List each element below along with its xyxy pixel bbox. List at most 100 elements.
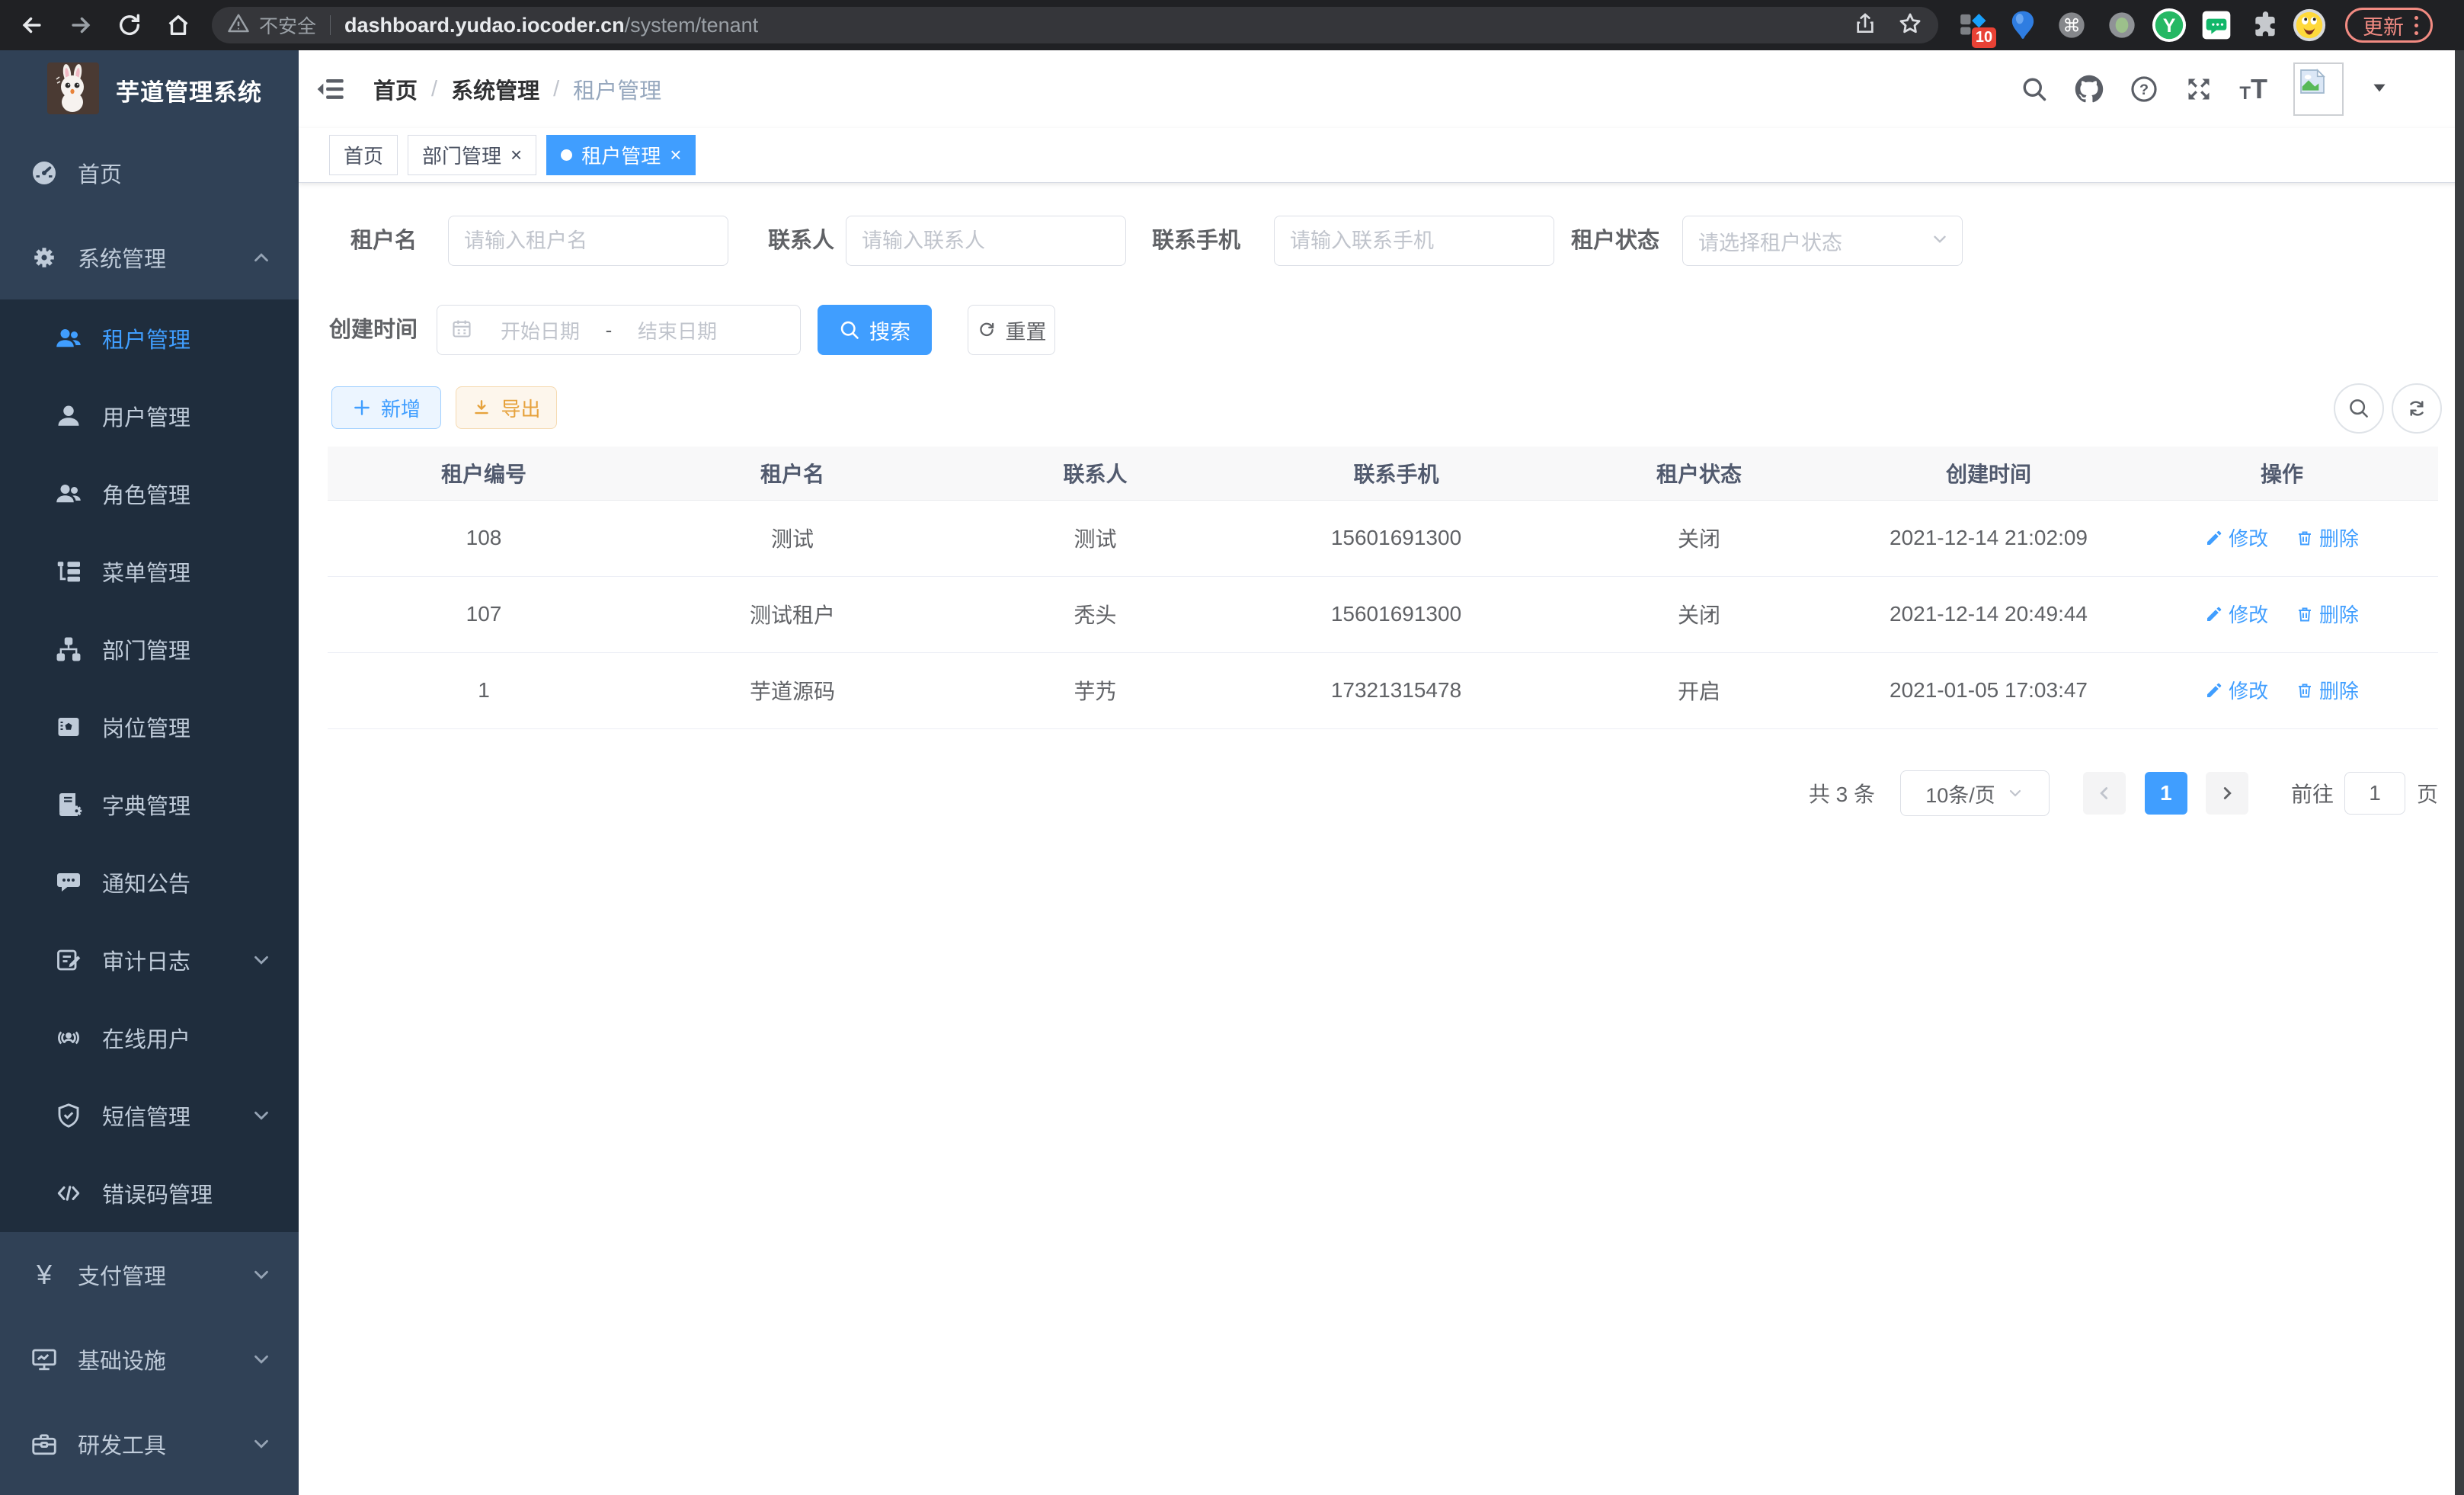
browser-reload-icon[interactable] <box>114 10 145 40</box>
browser-menu-icon[interactable] <box>2414 16 2418 35</box>
tab-close-icon[interactable]: × <box>510 145 522 165</box>
cell-actions: 修改 删除 <box>2126 500 2438 576</box>
sidebar-item-notice[interactable]: 通知公告 <box>0 844 299 921</box>
add-button[interactable]: 新增 <box>331 386 441 429</box>
cell-tenant-name: 芋道源码 <box>640 652 945 728</box>
bookmark-star-icon[interactable] <box>1897 11 1923 40</box>
sidebar-item-online-users[interactable]: 在线用户 <box>0 999 299 1077</box>
goto-page-input[interactable] <box>2344 772 2405 815</box>
chevron-down-icon <box>250 1433 273 1455</box>
extension-recorder-icon[interactable] <box>2104 8 2139 43</box>
extensions-puzzle-icon[interactable] <box>2248 8 2283 43</box>
browser-update-button[interactable]: 更新 <box>2345 8 2433 43</box>
edit-link[interactable]: 修改 <box>2205 676 2268 704</box>
github-icon[interactable] <box>2075 75 2104 104</box>
sidebar-logo[interactable]: 芋道管理系统 <box>0 50 299 130</box>
prev-page-button[interactable] <box>2083 772 2126 815</box>
edit-link[interactable]: 修改 <box>2205 523 2268 552</box>
sidebar-item-tenant[interactable]: 租户管理 <box>0 299 299 377</box>
sidebar-item-role[interactable]: 角色管理 <box>0 455 299 533</box>
browser-back-icon[interactable] <box>17 10 47 40</box>
svg-text:?: ? <box>2139 82 2149 98</box>
tab-dept[interactable]: 部门管理 × <box>408 135 536 175</box>
sidebar-item-error-code[interactable]: 错误码管理 <box>0 1154 299 1232</box>
sidebar-item-post[interactable]: 岗位管理 <box>0 688 299 766</box>
delete-link[interactable]: 删除 <box>2296 600 2359 628</box>
tenant-name-input[interactable] <box>448 216 728 266</box>
sidebar-item-sms[interactable]: 短信管理 <box>0 1077 299 1154</box>
breadcrumb-system[interactable]: 系统管理 <box>451 73 539 105</box>
col-tenant-name: 租户名 <box>640 447 945 500</box>
next-page-button[interactable] <box>2206 772 2248 815</box>
cell-tenant-id: 108 <box>328 500 640 576</box>
browser-home-icon[interactable] <box>163 10 194 40</box>
mobile-input[interactable] <box>1274 216 1554 266</box>
url-path[interactable]: /system/tenant <box>625 14 759 37</box>
filter-label-contact: 联系人 <box>768 216 834 266</box>
profile-avatar-emoji[interactable] <box>2292 8 2327 43</box>
extension-command-icon[interactable]: ⌘ <box>2054 8 2089 43</box>
breadcrumb-separator: / <box>553 77 559 102</box>
sidebar-collapse-icon[interactable] <box>315 74 346 104</box>
fullscreen-icon[interactable] <box>2184 75 2213 104</box>
current-page-button[interactable]: 1 <box>2145 772 2187 815</box>
cell-mobile: 15601691300 <box>1246 576 1547 652</box>
help-icon[interactable]: ? <box>2130 75 2158 104</box>
sidebar-item-infrastructure[interactable]: 基础设施 <box>0 1317 299 1401</box>
chevron-up-icon <box>250 246 273 269</box>
tab-tenant[interactable]: 租户管理 × <box>546 135 696 175</box>
avatar-dropdown-caret-icon[interactable] <box>2370 78 2389 101</box>
start-date-placeholder[interactable]: 开始日期 <box>483 316 597 344</box>
chevron-down-icon <box>250 949 273 972</box>
omnibox-divider <box>330 15 331 35</box>
search-button-label: 搜索 <box>869 315 910 345</box>
table-refresh-button[interactable] <box>2392 383 2442 434</box>
security-warning-icon <box>227 12 250 39</box>
user-avatar[interactable] <box>2293 62 2344 116</box>
sidebar-item-menu[interactable]: 菜单管理 <box>0 533 299 610</box>
status-select[interactable]: 请选择租户状态 <box>1682 216 1963 266</box>
search-button[interactable]: 搜索 <box>818 305 932 355</box>
tab-label: 部门管理 <box>422 141 501 169</box>
delete-link[interactable]: 删除 <box>2296 676 2359 704</box>
url-host[interactable]: dashboard.yudao.iocoder.cn <box>344 14 625 37</box>
page-size-select[interactable]: 10条/页 <box>1900 770 2050 816</box>
extension-pin-icon[interactable] <box>2005 8 2040 43</box>
cell-tenant-name: 测试租户 <box>640 576 945 652</box>
edit-link[interactable]: 修改 <box>2205 600 2268 628</box>
sidebar-item-audit-log[interactable]: 审计日志 <box>0 921 299 999</box>
export-button[interactable]: 导出 <box>456 386 557 429</box>
extension-chat-icon[interactable] <box>2199 8 2234 43</box>
address-bar[interactable]: 不安全 dashboard.yudao.iocoder.cn/system/te… <box>212 7 1938 43</box>
delete-link[interactable]: 删除 <box>2296 523 2359 552</box>
contact-input[interactable] <box>846 216 1126 266</box>
browser-forward-icon[interactable] <box>66 10 96 40</box>
sidebar-item-home[interactable]: 首页 <box>0 130 299 215</box>
sidebar-item-payment[interactable]: ¥ 支付管理 <box>0 1232 299 1317</box>
sidebar-item-user[interactable]: 用户管理 <box>0 377 299 455</box>
extension-yuque-icon[interactable]: Y <box>2152 8 2187 43</box>
sidebar-item-dict[interactable]: 字典管理 <box>0 766 299 844</box>
sidebar-item-system[interactable]: 系统管理 <box>0 215 299 299</box>
tab-close-icon[interactable]: × <box>670 145 681 165</box>
breadcrumb-home[interactable]: 首页 <box>373 73 418 105</box>
security-label[interactable]: 不安全 <box>259 11 316 39</box>
page-size-value: 10条/页 <box>1925 779 1995 808</box>
sidebar-item-dept[interactable]: 部门管理 <box>0 610 299 688</box>
font-size-icon[interactable]: TT <box>2239 75 2267 103</box>
reset-button[interactable]: 重置 <box>968 305 1055 355</box>
sidebar-item-dev-tools[interactable]: 研发工具 <box>0 1401 299 1486</box>
end-date-placeholder[interactable]: 结束日期 <box>620 316 734 344</box>
header-search-icon[interactable] <box>2020 75 2049 104</box>
tenant-table: 租户编号 租户名 联系人 联系手机 租户状态 创建时间 操作 108 测试 <box>328 447 2438 729</box>
share-icon[interactable] <box>1853 11 1877 40</box>
sidebar-item-label: 租户管理 <box>102 322 273 354</box>
create-time-range-picker[interactable]: 开始日期 - 结束日期 <box>437 305 801 355</box>
book-gear-icon <box>55 791 82 818</box>
table-search-toggle-button[interactable] <box>2334 383 2384 434</box>
extension-tabs-icon[interactable]: 10 <box>1955 8 1990 43</box>
filter-label-status: 租户状态 <box>1571 216 1659 266</box>
cell-tenant-id: 107 <box>328 576 640 652</box>
sidebar-item-label: 系统管理 <box>78 242 250 274</box>
tab-home[interactable]: 首页 <box>329 135 398 175</box>
